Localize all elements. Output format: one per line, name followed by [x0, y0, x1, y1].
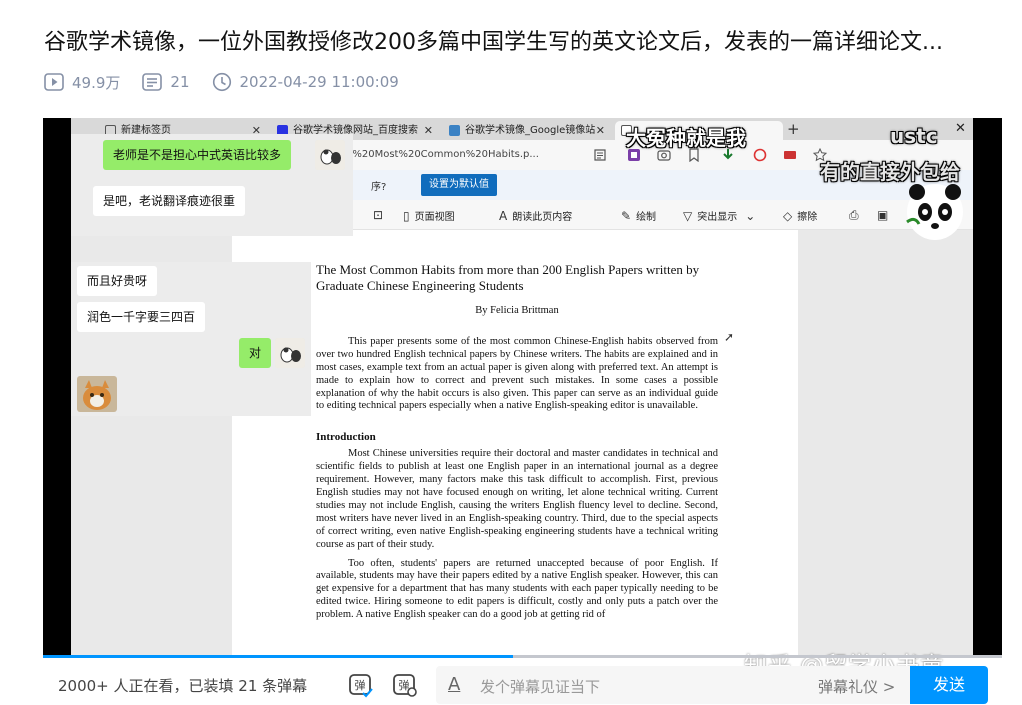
mirror-site-icon	[449, 125, 460, 136]
avatar-cat-cow	[315, 140, 345, 170]
danmaku-settings-icon: 弹	[393, 674, 417, 697]
document-title: The Most Common Habits from more than 20…	[316, 262, 700, 293]
cat-avatar-icon	[275, 338, 305, 368]
video-page: 谷歌学术镜像，一位外国教授修改200多篇中国学生写的英文论文后，发表的一篇详细论…	[0, 0, 1022, 705]
fit-page-button[interactable]: ⊡	[373, 208, 388, 222]
extension-badge-icon[interactable]	[783, 148, 797, 162]
chat-message-4: 润色一千字要三四百	[77, 302, 206, 332]
page-view-label: 页面视图	[414, 212, 455, 223]
publish-time-value: 2022-04-29 11:00:09	[239, 73, 399, 91]
avatar-cat-cow	[275, 338, 305, 368]
fit-page-icon: ⊡	[373, 208, 384, 222]
chat-message-3: 而且好贵呀	[77, 266, 158, 296]
section-heading: Introduction	[316, 431, 376, 444]
danmaku-etiquette-link[interactable]: 弹幕礼仪 >	[818, 676, 895, 697]
chevron-down-icon: ⌄	[745, 208, 756, 223]
read-aloud-button[interactable]: A 朗读此页内容	[499, 208, 573, 224]
chat-panel-bottom: 而且好贵呀 润色一千字要三四百 对	[71, 262, 311, 416]
print-button[interactable]: ⎙	[849, 208, 864, 223]
play-count-value: 49.9万	[72, 73, 121, 92]
highlighter-icon: ▽	[683, 208, 693, 223]
play-count: 49.9万	[44, 72, 120, 93]
clock-icon	[212, 72, 231, 92]
video-progress-bar[interactable]	[43, 655, 1002, 658]
save-button[interactable]: ▣	[877, 208, 893, 222]
chat-message-1: 老师是不是担心中式英语比较多	[103, 140, 292, 170]
highlight-label: 突出显示	[697, 212, 738, 223]
save-icon: ▣	[877, 208, 889, 222]
avatar-orange-cat	[77, 376, 117, 412]
tab-close-icon[interactable]: ✕	[596, 121, 605, 140]
danmaku-toggle-button[interactable]: 弹	[348, 672, 374, 698]
danmaku-bar: 2000+ 人正在看，已装填 21 条弹幕 弹 弹 A 发个弹幕见证当下 弹幕礼…	[0, 660, 1022, 705]
abstract-paragraph: This paper presents some of the most com…	[316, 335, 718, 412]
read-mode-icon[interactable]	[593, 148, 607, 162]
cat-avatar-icon	[315, 140, 345, 170]
video-progress-fill	[43, 655, 513, 658]
eraser-icon: ◇	[783, 208, 793, 223]
read-aloud-icon: A	[499, 208, 508, 223]
intro-paragraph-2: Too often, students' papers are returned…	[316, 557, 718, 621]
tab-label: 谷歌学术镜像_Google镜像站	[465, 125, 596, 136]
danmaku-count-value: 21	[170, 73, 190, 91]
window-close-icon[interactable]: ✕	[955, 118, 966, 140]
pen-icon: ✎	[621, 208, 632, 223]
draw-label: 绘制	[636, 212, 657, 223]
pdf-content: The Most Common Habits from more than 20…	[316, 262, 718, 622]
svg-text:弹: 弹	[355, 678, 366, 692]
panda-icon	[906, 184, 963, 240]
danmaku-input[interactable]: A 发个弹幕见证当下 弹幕礼仪 >	[436, 666, 988, 704]
read-aloud-label: 朗读此页内容	[512, 212, 573, 223]
mouse-cursor-icon: ➚	[724, 330, 735, 344]
chat-panel-top: 老师是不是担心中式英语比较多 是吧，老说翻译痕迹很重	[71, 134, 353, 236]
danmaku-settings-button[interactable]: 弹	[392, 672, 418, 698]
url-field[interactable]: ting/The%20Most%20Common%20Habits.p...	[311, 146, 591, 164]
chat-message-5: 对	[239, 338, 272, 368]
danmaku-count: 21	[142, 73, 190, 91]
danmaku-placeholder: 发个弹幕见证当下	[480, 678, 601, 696]
viewer-status: 2000+ 人正在看，已装填 21 条弹幕	[58, 677, 308, 695]
prompt-question: 序?	[371, 182, 387, 193]
intro-paragraph-1: Most Chinese universities require their …	[316, 448, 718, 550]
document-author: By Felicia Brittman	[475, 305, 559, 316]
tab-google-mirror[interactable]: 谷歌学术镜像_Google镜像站 ✕	[443, 121, 611, 140]
print-icon: ⎙	[849, 208, 859, 222]
extension-red-icon[interactable]	[753, 148, 767, 162]
set-default-button[interactable]: 设置为默认值	[421, 174, 497, 196]
video-meta: 49.9万 21 2022-04-29 11:00:09	[44, 70, 421, 94]
play-icon	[44, 73, 64, 91]
highlight-button[interactable]: ▽ 突出显示 ⌄	[683, 208, 760, 224]
danmaku-on-icon: 弹	[349, 674, 373, 698]
new-tab-button[interactable]: +	[787, 118, 800, 140]
danmaku-item: ustc	[890, 124, 938, 148]
danmaku-item: 有的直接外包给	[820, 160, 960, 184]
page-view-button[interactable]: ▯ 页面视图	[403, 208, 455, 224]
video-title: 谷歌学术镜像，一位外国教授修改200多篇中国学生写的英文论文后，发表的一篇详细论…	[44, 30, 943, 55]
publish-time: 2022-04-29 11:00:09	[212, 72, 399, 92]
chat-overlay: 老师是不是担心中式英语比较多 是吧，老说翻译痕迹很重 而且好贵呀 润色一千字要三…	[71, 134, 353, 416]
tab-close-icon[interactable]: ✕	[424, 121, 433, 140]
erase-label: 擦除	[797, 212, 818, 223]
chat-message-2: 是吧，老说翻译痕迹很重	[93, 186, 246, 216]
danmaku-item: 大冤种就是我	[626, 126, 746, 150]
erase-button[interactable]: ◇ 擦除	[783, 208, 818, 224]
cat-photo-icon	[77, 376, 117, 412]
send-button[interactable]: 发送	[910, 666, 988, 704]
draw-button[interactable]: ✎ 绘制	[621, 208, 657, 224]
danmaku-list-icon	[142, 73, 163, 91]
font-style-icon[interactable]: A	[448, 674, 460, 695]
page-view-icon: ▯	[403, 208, 410, 223]
streamer-panda-avatar	[905, 182, 965, 242]
video-player[interactable]: 新建标签页 ✕ 谷歌学术镜像网站_百度搜索 ✕ 谷歌学术镜像_Google镜像站…	[43, 118, 1002, 656]
